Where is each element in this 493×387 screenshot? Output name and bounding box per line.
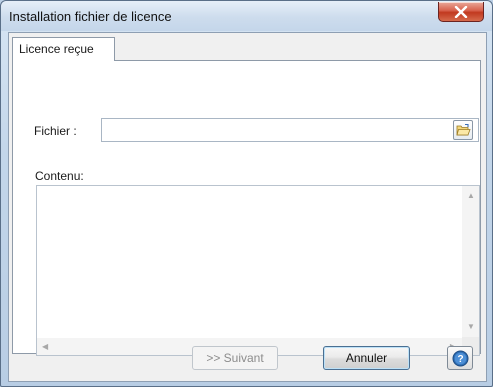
- next-button[interactable]: >> Suivant: [192, 346, 278, 370]
- svg-text:?: ?: [457, 354, 463, 365]
- file-path-input[interactable]: [101, 118, 479, 142]
- content-textarea[interactable]: [36, 185, 480, 356]
- title-bar[interactable]: Installation fichier de licence: [1, 1, 492, 31]
- dialog-client-area: Licence reçue Fichier : Contenu: ▲ ▼ ◀ >…: [8, 32, 487, 382]
- tab-licence-recue[interactable]: Licence reçue: [12, 37, 115, 61]
- help-button[interactable]: ?: [447, 346, 473, 370]
- close-icon: [454, 6, 468, 18]
- help-icon: ?: [452, 350, 469, 367]
- browse-button[interactable]: [453, 120, 473, 140]
- folder-open-icon: [456, 123, 471, 136]
- dialog-window: Installation fichier de licence Licence …: [0, 0, 493, 387]
- cancel-button[interactable]: Annuler: [323, 346, 410, 370]
- close-button[interactable]: [438, 2, 484, 22]
- content-label: Contenu:: [35, 169, 84, 183]
- window-title: Installation fichier de licence: [9, 9, 172, 24]
- tab-label: Licence reçue: [19, 42, 94, 56]
- tab-panel: Fichier : Contenu: ▲ ▼ ◀ ▶: [12, 60, 481, 356]
- file-label: Fichier :: [34, 124, 77, 138]
